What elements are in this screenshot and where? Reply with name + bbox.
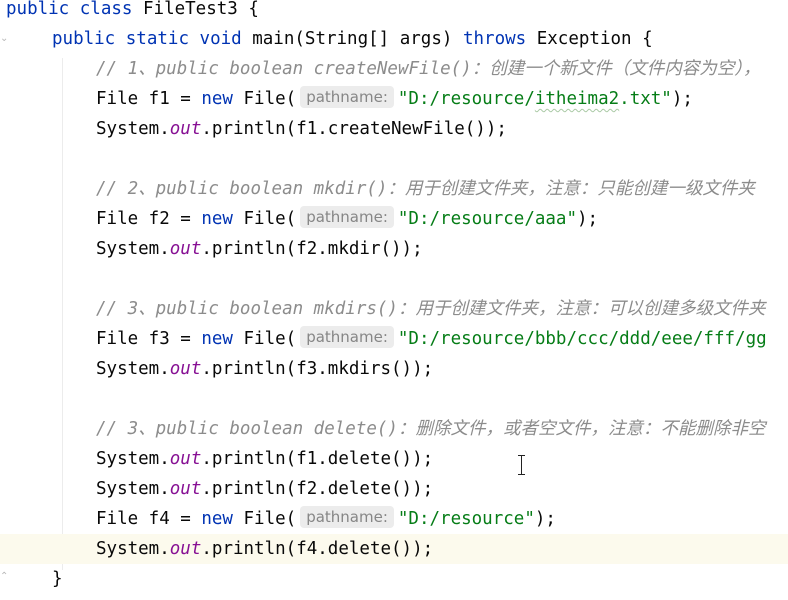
current-code-line[interactable]: System.out.println(f4.delete()); bbox=[0, 534, 788, 564]
code-line[interactable]: File f2 = new File(pathname: "D:/resource… bbox=[0, 204, 788, 234]
keyword: new bbox=[201, 89, 233, 109]
code-line[interactable]: public class FileTest3 { bbox=[0, 0, 788, 24]
code-line[interactable]: // 3、public boolean delete()：删除文件，或者空文件，… bbox=[0, 414, 788, 444]
code-text: File( bbox=[232, 209, 297, 229]
code-text: ); bbox=[671, 89, 693, 109]
typo-underlined-string: itheima2 bbox=[534, 89, 620, 109]
code-text: System. bbox=[96, 359, 170, 379]
code-text: File f1 = bbox=[96, 89, 202, 109]
string-literal: "D:/resource/ bbox=[397, 89, 535, 109]
code-text: System. bbox=[96, 119, 170, 139]
code-text: .println(f1.delete()); bbox=[201, 449, 434, 469]
code-text: ); bbox=[577, 209, 599, 229]
code-line[interactable]: File f4 = new File(pathname: "D:/resource… bbox=[0, 504, 788, 534]
closing-brace: } bbox=[52, 569, 63, 589]
code-line[interactable]: File f1 = new File(pathname: "D:/resource… bbox=[0, 84, 788, 114]
comment: // 3、public boolean delete()：删除文件，或者空文件，… bbox=[96, 419, 766, 439]
code-text: .println(f2.mkdir()); bbox=[201, 239, 423, 259]
keyword: new bbox=[201, 329, 233, 349]
keyword: new bbox=[201, 509, 233, 529]
code-line[interactable]: System.out.println(f2.delete()); bbox=[0, 474, 788, 504]
code-line[interactable]: // 3、public boolean mkdirs()：用于创建文件夹，注意：… bbox=[0, 294, 788, 324]
code-text: File( bbox=[232, 329, 297, 349]
string-literal: "D:/resource/bbb/ccc/ddd/eee/fff/gg bbox=[397, 329, 767, 349]
static-field: out bbox=[169, 359, 202, 379]
code-text: File f3 = bbox=[96, 329, 202, 349]
static-field: out bbox=[169, 539, 202, 559]
code-text: Exception { bbox=[536, 29, 653, 49]
inlay-hint: pathname: bbox=[300, 86, 394, 108]
keyword: public bbox=[6, 0, 70, 19]
static-field: out bbox=[169, 449, 202, 469]
code-line[interactable]: System.out.println(f1.createNewFile()); bbox=[0, 114, 788, 144]
code-text: .println(f1.createNewFile()); bbox=[201, 119, 507, 139]
static-field: out bbox=[169, 239, 202, 259]
code-editor[interactable]: ⌄ ⌃ public class FileTest3 { public stat… bbox=[0, 0, 788, 600]
inlay-hint: pathname: bbox=[300, 506, 394, 528]
code-text: File f4 = bbox=[96, 509, 202, 529]
code-text: .println(f3.mkdirs()); bbox=[201, 359, 434, 379]
text-cursor-icon bbox=[517, 455, 527, 475]
code-text: .println(f4.delete()); bbox=[201, 539, 434, 559]
code-text: ); bbox=[534, 509, 556, 529]
keyword: static bbox=[125, 29, 189, 49]
code-line[interactable]: // 1、public boolean createNewFile()：创建一个… bbox=[0, 54, 788, 84]
keyword: void bbox=[199, 29, 242, 49]
keyword: class bbox=[79, 0, 133, 19]
comment: // 2、public boolean mkdir()：用于创建文件夹，注意：只… bbox=[96, 179, 755, 199]
code-text: System. bbox=[96, 479, 170, 499]
code-line[interactable]: System.out.println(f1.delete()); bbox=[0, 444, 788, 474]
code-line[interactable]: } bbox=[0, 564, 788, 594]
code-text: File( bbox=[232, 509, 297, 529]
code-text: System. bbox=[96, 449, 170, 469]
code-line[interactable]: // 2、public boolean mkdir()：用于创建文件夹，注意：只… bbox=[0, 174, 788, 204]
comment: // 1、public boolean createNewFile()：创建一个… bbox=[96, 59, 761, 79]
string-literal: "D:/resource" bbox=[397, 509, 535, 529]
method-signature: main(String[] args) bbox=[252, 29, 453, 49]
comment: // 3、public boolean mkdirs()：用于创建文件夹，注意：… bbox=[96, 299, 766, 319]
code-text: .println(f2.delete()); bbox=[201, 479, 434, 499]
code-line[interactable]: public static void main(String[] args) t… bbox=[0, 24, 788, 54]
code-text: System. bbox=[96, 239, 170, 259]
inlay-hint: pathname: bbox=[300, 206, 394, 228]
keyword: public bbox=[52, 29, 116, 49]
string-literal: "D:/resource/aaa" bbox=[397, 209, 578, 229]
code-text: File( bbox=[232, 89, 297, 109]
keyword: throws bbox=[462, 29, 527, 49]
static-field: out bbox=[169, 119, 202, 139]
string-literal: .txt" bbox=[619, 89, 672, 109]
code-line[interactable]: System.out.println(f3.mkdirs()); bbox=[0, 354, 788, 384]
class-name: FileTest3 { bbox=[143, 0, 259, 19]
code-line[interactable]: File f3 = new File(pathname: "D:/resource… bbox=[0, 324, 788, 354]
code-line[interactable]: System.out.println(f2.mkdir()); bbox=[0, 234, 788, 264]
keyword: new bbox=[201, 209, 233, 229]
static-field: out bbox=[169, 479, 202, 499]
code-text: System. bbox=[96, 539, 170, 559]
inlay-hint: pathname: bbox=[300, 326, 394, 348]
code-text: File f2 = bbox=[96, 209, 202, 229]
